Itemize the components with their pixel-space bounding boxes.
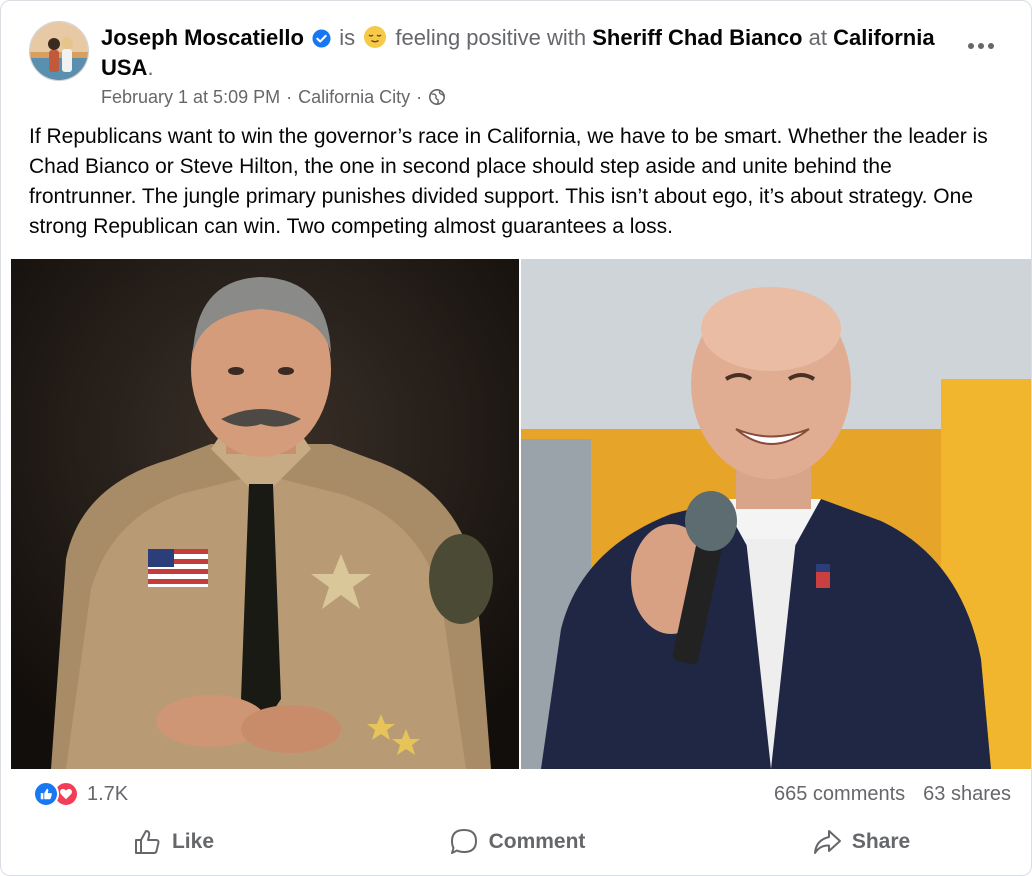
meta-separator-2: · xyxy=(416,87,423,107)
reaction-count: 1.7K xyxy=(87,782,129,805)
globe-icon[interactable] xyxy=(428,88,446,106)
reaction-summary[interactable]: 1.7K xyxy=(33,781,128,807)
location-period: . xyxy=(147,55,154,80)
is-text: is xyxy=(339,25,356,50)
sheriff-photo[interactable] xyxy=(11,259,519,769)
engagement-counts: 1.7K 665 comments 63 shares xyxy=(29,777,1011,813)
post-place[interactable]: California City xyxy=(298,85,410,109)
tagged-person[interactable]: Sheriff Chad Bianco xyxy=(592,25,802,50)
post-header: Joseph Moscatiello is feeling positive w… xyxy=(29,19,1011,115)
comment-share-counts: 665 comments 63 shares xyxy=(774,783,1011,806)
author-name[interactable]: Joseph Moscatiello xyxy=(101,25,304,50)
sheriff-portrait-image xyxy=(11,259,519,769)
shares-count[interactable]: 63 shares xyxy=(923,783,1011,806)
verified-badge-icon xyxy=(312,29,331,48)
like-button[interactable]: Like xyxy=(1,813,345,871)
comment-label: Comment xyxy=(488,830,586,853)
speaker-photo[interactable] xyxy=(521,259,1031,769)
avatar-photo xyxy=(30,22,88,80)
comment-button[interactable]: Comment xyxy=(345,813,689,871)
comment-icon xyxy=(450,829,477,854)
author-avatar[interactable] xyxy=(29,21,89,81)
relieved-face-emoji xyxy=(364,26,387,48)
comments-count[interactable]: 665 comments xyxy=(774,783,905,806)
more-options-button[interactable] xyxy=(961,29,1001,63)
ellipsis-icon xyxy=(968,43,994,49)
post-headline: Joseph Moscatiello is feeling positive w… xyxy=(101,23,961,83)
post-photos[interactable] xyxy=(11,259,1031,769)
post-body-text: If Republicans want to win the governor’… xyxy=(29,125,988,238)
like-label: Like xyxy=(171,830,215,853)
post-timestamp[interactable]: February 1 at 5:09 PM xyxy=(101,85,280,109)
action-bar: Like Comment Share xyxy=(1,813,1031,871)
share-button[interactable]: Share xyxy=(689,813,1031,871)
at-text: at xyxy=(808,25,827,50)
speaker-portrait-image xyxy=(521,259,1031,769)
share-label: Share xyxy=(851,830,911,853)
feeling-text: feeling positive with xyxy=(395,25,587,50)
post-card: Joseph Moscatiello is feeling positive w… xyxy=(0,0,1032,876)
thumbs-up-icon xyxy=(33,781,59,807)
post-meta: February 1 at 5:09 PM · California City … xyxy=(101,85,446,109)
like-icon xyxy=(134,830,160,854)
share-icon xyxy=(813,830,841,854)
meta-separator: · xyxy=(286,87,293,107)
